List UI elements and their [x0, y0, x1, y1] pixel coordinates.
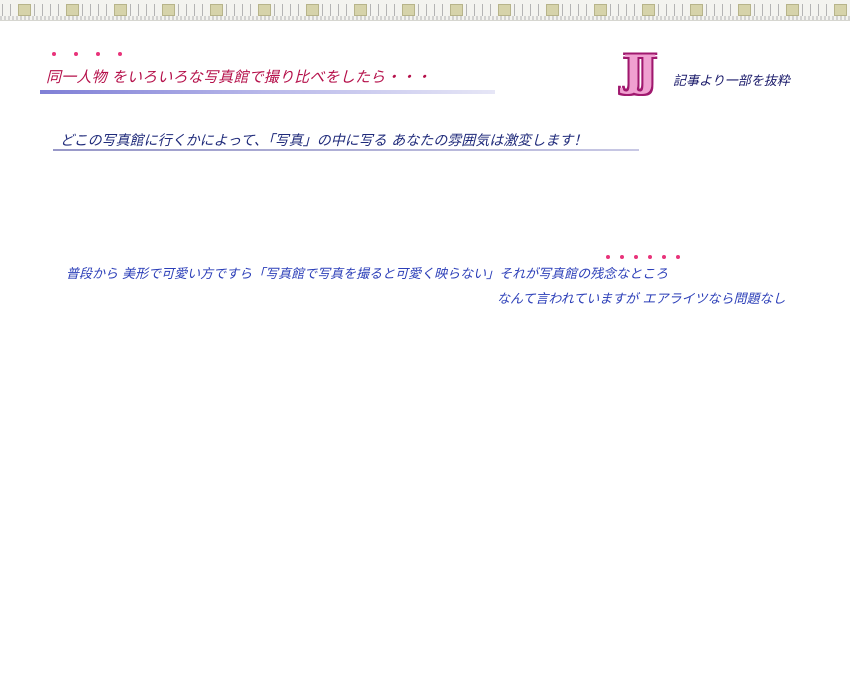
- border-bar: [562, 4, 571, 16]
- border-bar: [658, 4, 667, 16]
- border-bar: [194, 4, 203, 16]
- border-bar: [386, 4, 395, 16]
- jj-logo: JJ: [623, 46, 657, 95]
- border-square: [258, 4, 271, 16]
- border-bar: [754, 4, 763, 16]
- border-bar: [242, 4, 251, 16]
- border-square: [114, 4, 127, 16]
- border-bar: [274, 4, 283, 16]
- border-pattern: [0, 16, 850, 20]
- border-bar: [322, 4, 331, 16]
- border-bar: [818, 4, 827, 16]
- border-square: [834, 4, 847, 16]
- border-square: [162, 4, 175, 16]
- border-square: [594, 4, 607, 16]
- headline: 同一人物 をいろいろな写真館で撮り比べをしたら・・・: [46, 68, 431, 86]
- border-bar: [2, 4, 11, 16]
- border-bar: [50, 4, 59, 16]
- border-bar: [802, 4, 811, 16]
- border-bar: [146, 4, 155, 16]
- border-square: [354, 4, 367, 16]
- body-text-line-2: なんて言われていますが エアライツなら問題なし: [497, 292, 786, 307]
- border-square: [450, 4, 463, 16]
- logo-caption: 記事より一部を抜粋: [673, 74, 790, 89]
- border-square: [786, 4, 799, 16]
- border-bar: [530, 4, 539, 16]
- border-bar: [514, 4, 523, 16]
- border-bar: [466, 4, 475, 16]
- emphasis-dots: [52, 52, 122, 62]
- emphasis-dots: [606, 255, 680, 261]
- border-bar: [338, 4, 347, 16]
- headline-underline: [40, 90, 495, 94]
- border-bar: [82, 4, 91, 16]
- border-square: [738, 4, 751, 16]
- border-square: [642, 4, 655, 16]
- border-bar: [674, 4, 683, 16]
- border-square: [66, 4, 79, 16]
- border-bar: [482, 4, 491, 16]
- border-square: [306, 4, 319, 16]
- border-bar: [722, 4, 731, 16]
- body-text-line-1: 普段から 美形で可愛い方ですら「写真館で写真を撮ると可愛く映らない」それが写真館…: [66, 267, 669, 282]
- border-square: [498, 4, 511, 16]
- border-square: [402, 4, 415, 16]
- border-square: [690, 4, 703, 16]
- border-bar: [578, 4, 587, 16]
- border-bar: [34, 4, 43, 16]
- border-bar: [178, 4, 187, 16]
- border-bar: [98, 4, 107, 16]
- border-bar: [226, 4, 235, 16]
- decorative-top-border: [0, 0, 850, 21]
- border-bar: [370, 4, 379, 16]
- border-bar: [418, 4, 427, 16]
- border-bar: [770, 4, 779, 16]
- border-square: [210, 4, 223, 16]
- border-bar: [290, 4, 299, 16]
- border-bar: [434, 4, 443, 16]
- border-bar: [626, 4, 635, 16]
- border-bar: [706, 4, 715, 16]
- border-square: [546, 4, 559, 16]
- border-bar: [610, 4, 619, 16]
- border-square: [18, 4, 31, 16]
- subhead-underline: [53, 149, 639, 151]
- subhead: どこの写真館に行くかによって、「写真」の中に写る あなたの雰囲気は激変します！: [60, 133, 588, 149]
- border-bar: [130, 4, 139, 16]
